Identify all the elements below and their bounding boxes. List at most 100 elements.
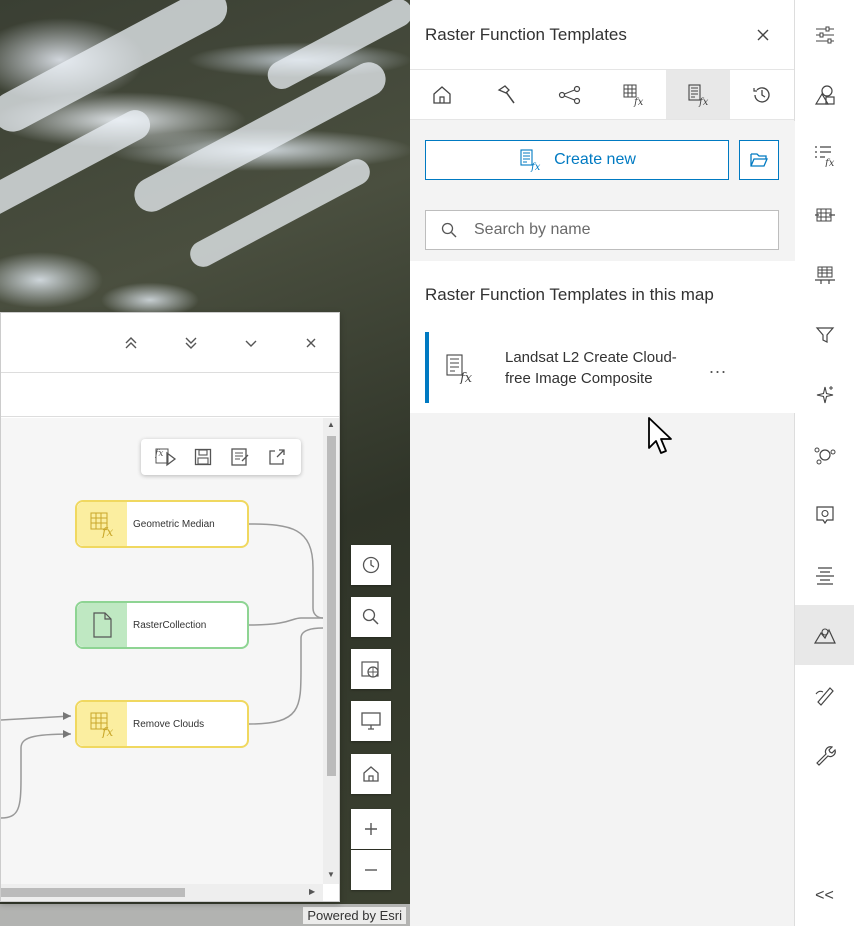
- search-icon: [362, 608, 379, 625]
- node-label: Remove Clouds: [133, 718, 205, 730]
- tab-history[interactable]: [730, 70, 794, 119]
- collapse-action-bar-button[interactable]: <<: [795, 866, 854, 926]
- close-panel-button[interactable]: [752, 24, 774, 46]
- raster-function-icon: fx: [77, 502, 127, 546]
- action-sliders[interactable]: [795, 5, 854, 65]
- expand-all-icon[interactable]: [179, 331, 203, 355]
- model-builder-header: [1, 313, 339, 373]
- basemap-button[interactable]: [351, 649, 391, 689]
- mouse-cursor-icon: [648, 417, 672, 454]
- model-node-data[interactable]: RasterCollection: [75, 601, 249, 649]
- folder-open-icon: [750, 153, 768, 167]
- sparkle-icon: [816, 386, 833, 404]
- document-icon: [77, 603, 127, 647]
- history-icon: [753, 86, 770, 103]
- svg-text:fx: fx: [698, 97, 709, 107]
- save-as-icon[interactable]: [228, 445, 252, 469]
- vertical-scrollbar[interactable]: ▲ ▼: [323, 418, 339, 884]
- panel-title: Raster Function Templates: [425, 24, 627, 44]
- sliders-icon: [815, 26, 834, 44]
- scroll-right-icon[interactable]: ▶: [309, 887, 315, 896]
- tab-tools[interactable]: [474, 70, 538, 119]
- raster-function-templates-panel: Raster Function Templates fx fx fx Creat…: [410, 0, 795, 926]
- svg-text:fx: fx: [633, 97, 644, 107]
- home-icon: [433, 85, 451, 104]
- action-settings-frame[interactable]: [795, 485, 854, 545]
- action-shapes[interactable]: [795, 65, 854, 125]
- action-cluster[interactable]: [795, 425, 854, 485]
- search-button[interactable]: [351, 597, 391, 637]
- panel-tabs: fx fx: [410, 70, 794, 120]
- svg-text:fx: fx: [101, 525, 113, 538]
- scroll-thumb[interactable]: [1, 888, 185, 897]
- zoom-out-button[interactable]: [351, 850, 391, 890]
- scroll-thumb[interactable]: [327, 436, 336, 776]
- action-legend[interactable]: [795, 545, 854, 605]
- panel-header: Raster Function Templates: [410, 0, 794, 70]
- shapes-icon: [814, 85, 835, 105]
- model-builder-panel: fx fx Geometric Median RasterCollection: [0, 312, 340, 902]
- templates-list-section: Raster Function Templates in this map fx…: [410, 261, 795, 413]
- run-function-icon[interactable]: fx: [154, 445, 178, 469]
- raster-function-icon: fx: [623, 84, 644, 107]
- model-node-function[interactable]: fx Geometric Median: [75, 500, 249, 548]
- svg-text:fx: fx: [459, 371, 473, 384]
- map-glacier: [128, 56, 392, 218]
- svg-text:fx: fx: [824, 158, 835, 167]
- raster-function-template-icon: fx: [429, 352, 489, 384]
- measure-icon: [815, 687, 834, 706]
- zoom-in-button[interactable]: [351, 809, 391, 849]
- tab-home[interactable]: [410, 70, 474, 119]
- close-icon: [757, 29, 769, 41]
- action-band[interactable]: [795, 245, 854, 305]
- scroll-up-icon[interactable]: ▲: [327, 420, 335, 429]
- tab-raster-functions[interactable]: fx: [602, 70, 666, 119]
- tab-raster-function-templates[interactable]: fx: [666, 70, 730, 119]
- svg-text:fx: fx: [530, 162, 541, 172]
- raster-function-template-icon: fx: [520, 149, 541, 172]
- raster-function-icon: fx: [77, 702, 127, 746]
- action-terrain[interactable]: [795, 605, 854, 665]
- display-icon: [361, 712, 381, 730]
- save-icon[interactable]: [191, 445, 215, 469]
- zoom-out-icon: [365, 869, 377, 871]
- function-list-icon: fx: [814, 146, 835, 167]
- open-folder-button[interactable]: [739, 140, 779, 180]
- create-new-button[interactable]: fx Create new: [425, 140, 729, 180]
- action-raster-grid[interactable]: [795, 185, 854, 245]
- collapse-all-icon[interactable]: [119, 331, 143, 355]
- horizontal-scrollbar[interactable]: ▶: [1, 884, 323, 901]
- template-list-item[interactable]: fx Landsat L2 Create Cloud-free Image Co…: [425, 332, 780, 403]
- raster-function-template-icon: fx: [688, 83, 709, 107]
- chevron-down-icon[interactable]: [239, 331, 263, 355]
- model-canvas[interactable]: fx fx Geometric Median RasterCollection: [1, 418, 323, 884]
- svg-text:fx: fx: [101, 725, 113, 738]
- scroll-down-icon[interactable]: ▼: [327, 870, 335, 879]
- search-field[interactable]: [425, 210, 779, 250]
- cluster-icon: [814, 447, 835, 465]
- legend-icon: [815, 567, 834, 585]
- history-icon: [362, 556, 380, 574]
- display-button[interactable]: [351, 701, 391, 741]
- history-button[interactable]: [351, 545, 391, 585]
- model-node-function[interactable]: fx Remove Clouds: [75, 700, 249, 748]
- search-input[interactable]: [474, 221, 754, 239]
- settings-frame-icon: [815, 506, 834, 525]
- map-attribution[interactable]: Powered by Esri: [303, 907, 406, 924]
- filter-icon: [815, 327, 834, 343]
- more-options-button[interactable]: ...: [709, 357, 727, 378]
- tab-model[interactable]: [538, 70, 602, 119]
- home-icon: [363, 766, 379, 782]
- export-icon[interactable]: [265, 445, 289, 469]
- action-filter[interactable]: [795, 305, 854, 365]
- list-heading: Raster Function Templates in this map: [425, 285, 714, 304]
- terrain-icon: [813, 628, 836, 644]
- home-button[interactable]: [351, 754, 391, 794]
- action-measure[interactable]: [795, 665, 854, 725]
- action-sparkle[interactable]: [795, 365, 854, 425]
- action-function-list[interactable]: fx: [795, 125, 854, 185]
- node-label: RasterCollection: [133, 619, 207, 631]
- close-icon[interactable]: [299, 331, 323, 355]
- action-wrench[interactable]: [795, 725, 854, 785]
- raster-grid-icon: [814, 208, 835, 222]
